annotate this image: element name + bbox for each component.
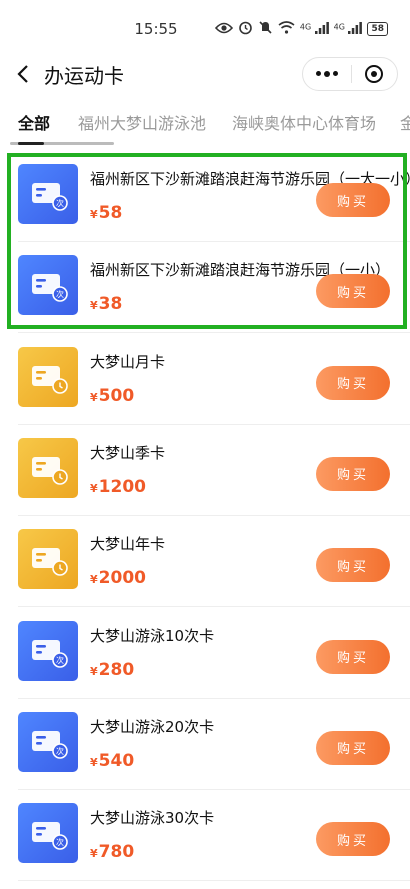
buy-button[interactable]: 购买 bbox=[316, 639, 390, 674]
currency-symbol: ¥ bbox=[90, 847, 98, 861]
card-name: 大梦山月卡 bbox=[90, 352, 166, 371]
card-price: ¥2000 bbox=[90, 568, 146, 588]
card-item[interactable]: 次 大梦山游泳10次卡 ¥280 购买 bbox=[0, 607, 410, 699]
times-card-icon: 次 bbox=[18, 620, 78, 681]
times-card-icon: 次 bbox=[18, 711, 78, 772]
currency-symbol: ¥ bbox=[90, 573, 98, 587]
buy-button[interactable]: 购买 bbox=[316, 548, 390, 583]
price-value: 58 bbox=[98, 203, 123, 223]
card-name: 大梦山季卡 bbox=[90, 443, 166, 462]
status-icons: 4G 4G 58 bbox=[214, 20, 388, 38]
card-item[interactable]: 次福州新区下沙新滩踏浪赶海节游乐园（一大一小） ¥58 购买 bbox=[0, 150, 410, 242]
network-type-1: 4G bbox=[299, 21, 312, 31]
buy-button[interactable]: 购买 bbox=[316, 822, 390, 857]
tab-haixia-stadium[interactable]: 海峡奥体中心体育场 bbox=[232, 110, 376, 134]
mini-program-capsule bbox=[302, 57, 398, 91]
more-button[interactable] bbox=[303, 58, 351, 90]
card-price: ¥780 bbox=[90, 842, 134, 862]
card-item[interactable]: 次 大梦山游泳20次卡 ¥540 购买 bbox=[0, 698, 410, 790]
back-button[interactable] bbox=[8, 58, 38, 90]
tab-active-indicator bbox=[18, 142, 44, 145]
target-icon bbox=[365, 65, 384, 83]
price-value: 280 bbox=[98, 659, 135, 680]
buy-button[interactable]: 购买 bbox=[316, 365, 390, 400]
svg-text:次: 次 bbox=[56, 746, 64, 756]
price-value: 540 bbox=[98, 750, 135, 771]
close-mini-program-button[interactable] bbox=[351, 58, 397, 90]
price-value: 780 bbox=[98, 842, 135, 863]
times-card-icon: 次 bbox=[18, 164, 78, 224]
times-card-icon: 次 bbox=[18, 255, 78, 316]
buy-button[interactable]: 购买 bbox=[316, 274, 390, 309]
tab-more[interactable]: 金 bbox=[400, 110, 410, 134]
card-item[interactable]: 大梦山月卡 ¥500 购买 bbox=[0, 333, 410, 425]
currency-symbol: ¥ bbox=[90, 664, 98, 678]
card-item[interactable]: 次 大梦山游泳30次卡 ¥780 购买 bbox=[0, 789, 410, 882]
card-price: ¥280 bbox=[90, 660, 134, 680]
status-bar: 15:55 4G 4G 58 bbox=[0, 0, 410, 56]
tab-bar: 全部 福州大梦山游泳池 海峡奥体中心体育场 金 bbox=[0, 104, 410, 146]
card-price: ¥58 bbox=[90, 203, 122, 223]
card-item[interactable]: 次福州新区下沙新滩踏浪赶海节游乐园（一小） ¥38 购买 bbox=[0, 241, 410, 334]
card-name: 大梦山游泳10次卡 bbox=[90, 626, 215, 645]
card-price: ¥540 bbox=[90, 751, 134, 771]
svg-text:次: 次 bbox=[56, 837, 64, 847]
cellular-signal-icon-2: 4G bbox=[333, 21, 363, 37]
network-type-2: 4G bbox=[333, 21, 345, 31]
alarm-icon bbox=[238, 20, 253, 38]
card-item[interactable]: 大梦山季卡 ¥1200 购买 bbox=[0, 424, 410, 516]
card-price: ¥1200 bbox=[90, 477, 146, 497]
card-price: ¥38 bbox=[90, 294, 122, 314]
chevron-left-icon bbox=[17, 65, 28, 83]
tab-all[interactable]: 全部 bbox=[18, 110, 50, 134]
more-dots-icon bbox=[315, 71, 338, 77]
card-price: ¥500 bbox=[90, 386, 134, 406]
currency-symbol: ¥ bbox=[90, 755, 98, 769]
period-card-icon bbox=[18, 346, 78, 407]
svg-text:次: 次 bbox=[56, 655, 64, 665]
row-divider bbox=[18, 880, 410, 882]
nav-bar: 办运动卡 bbox=[0, 56, 410, 92]
currency-symbol: ¥ bbox=[90, 390, 98, 404]
wifi-icon bbox=[278, 21, 295, 37]
card-item[interactable]: 大梦山年卡 ¥2000 购买 bbox=[0, 515, 410, 608]
tab-scroll-indicator bbox=[10, 142, 114, 145]
card-name: 大梦山游泳30次卡 bbox=[90, 809, 215, 828]
currency-symbol: ¥ bbox=[90, 208, 98, 221]
page-title: 办运动卡 bbox=[44, 64, 124, 88]
eye-icon bbox=[214, 22, 233, 37]
buy-button[interactable]: 购买 bbox=[316, 730, 390, 765]
period-card-icon bbox=[18, 529, 78, 590]
svg-text:次: 次 bbox=[56, 289, 64, 299]
card-name: 大梦山游泳20次卡 bbox=[90, 717, 215, 736]
price-value: 500 bbox=[98, 385, 135, 406]
price-value: 38 bbox=[98, 294, 123, 315]
times-card-icon: 次 bbox=[18, 803, 78, 864]
tab-dameng-pool[interactable]: 福州大梦山游泳池 bbox=[78, 110, 206, 134]
card-name: 大梦山年卡 bbox=[90, 535, 166, 554]
currency-symbol: ¥ bbox=[90, 481, 98, 495]
cellular-signal-icon: 4G bbox=[299, 21, 329, 37]
mute-icon bbox=[258, 20, 273, 38]
battery-icon: 58 bbox=[367, 22, 388, 36]
buy-button[interactable]: 购买 bbox=[316, 456, 390, 491]
price-value: 1200 bbox=[98, 476, 146, 497]
period-card-icon bbox=[18, 437, 78, 498]
buy-button[interactable]: 购买 bbox=[316, 183, 390, 217]
price-value: 2000 bbox=[98, 568, 146, 589]
currency-symbol: ¥ bbox=[90, 299, 98, 313]
svg-text:次: 次 bbox=[56, 198, 64, 208]
